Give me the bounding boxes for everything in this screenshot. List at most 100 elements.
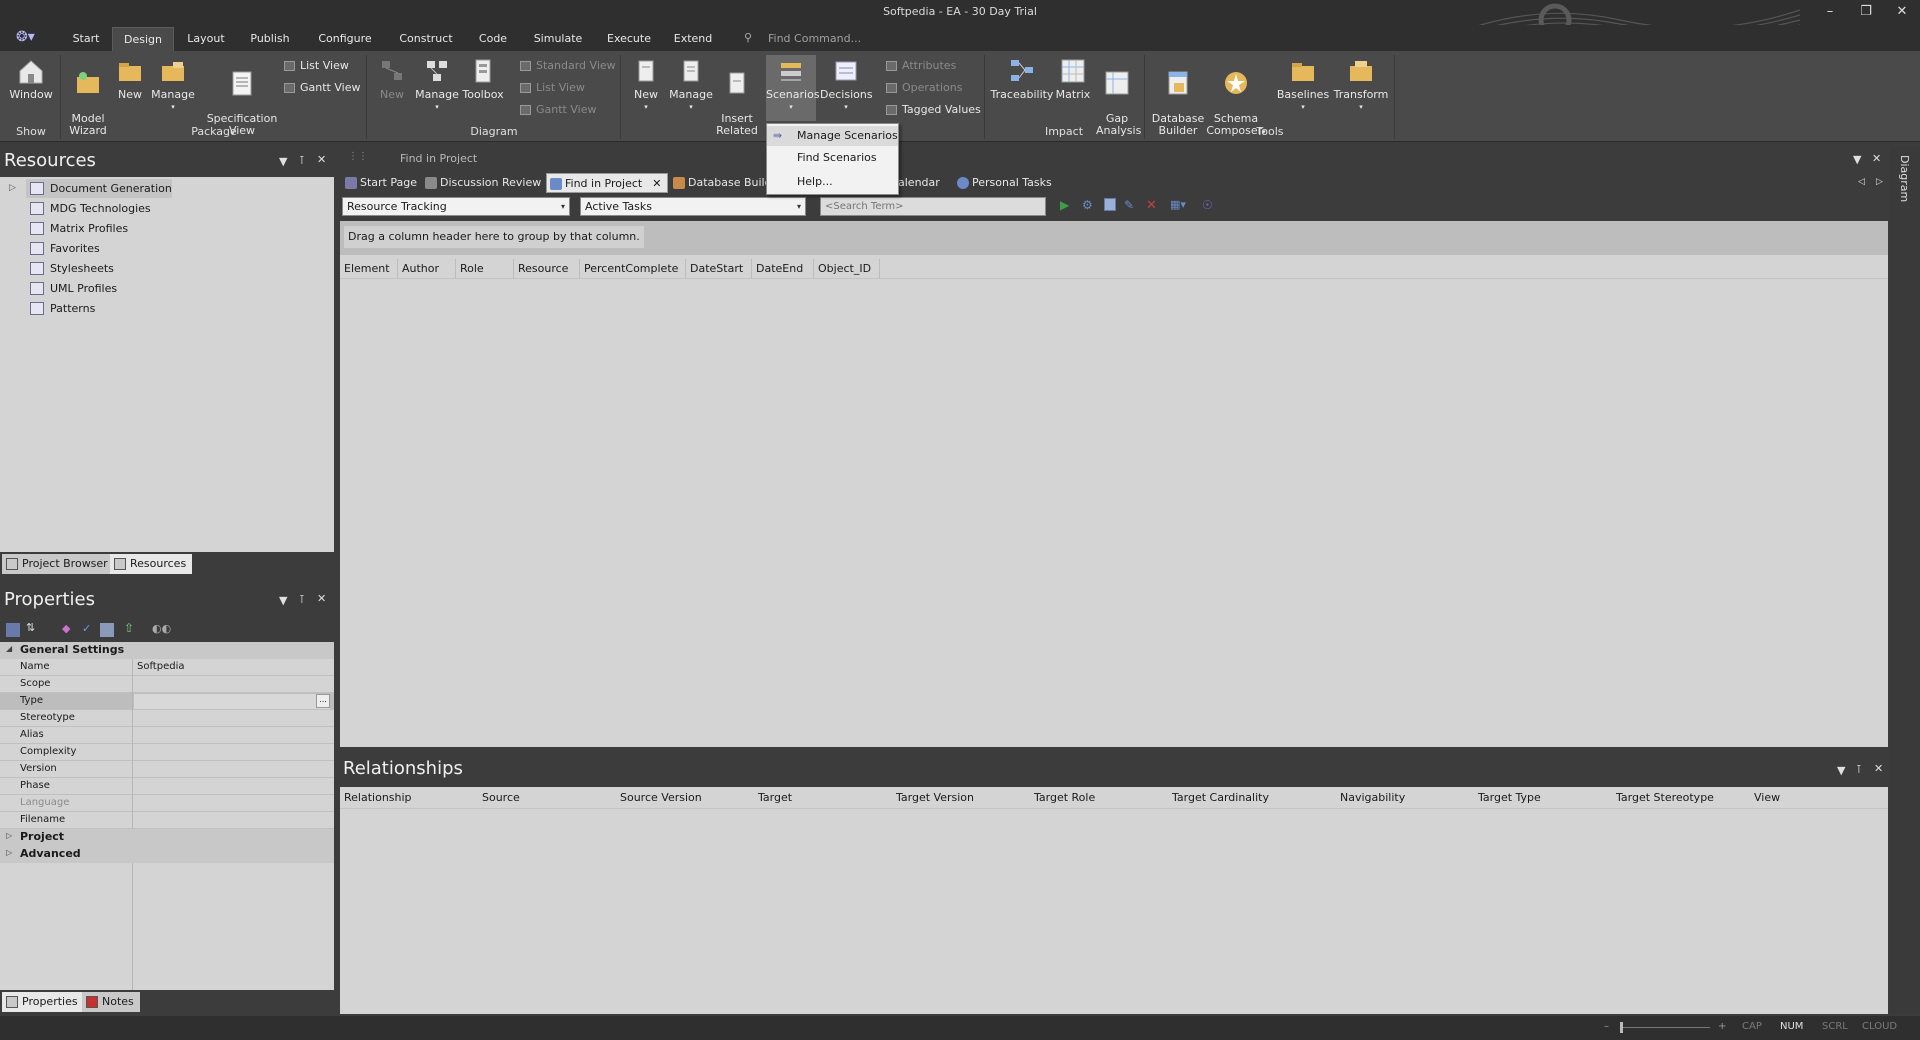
column-target-stereotype[interactable]: Target Stereotype (1612, 787, 1750, 809)
property-row-type[interactable]: Type... (0, 693, 334, 710)
tab-notes[interactable]: Notes (82, 992, 140, 1012)
diamond-icon[interactable]: ◆ (62, 622, 70, 635)
column-source[interactable]: Source (478, 787, 616, 809)
tab-simulate[interactable]: Simulate (528, 27, 588, 51)
property-row-stereotype[interactable]: Stereotype (0, 710, 334, 727)
transform-button[interactable]: Transform ▾ (1332, 57, 1390, 113)
column-target-role[interactable]: Target Role (1030, 787, 1168, 809)
diagram-manage-button[interactable]: Manage ▾ (414, 57, 460, 113)
tab-close-icon[interactable]: ✕ (652, 177, 661, 190)
tab-configure[interactable]: Configure (312, 27, 378, 51)
tab-personal-tasks[interactable]: Personal Tasks (954, 173, 1058, 193)
category-project[interactable]: ▷ Project (0, 829, 334, 846)
check-icon[interactable]: ✓ (82, 622, 91, 635)
package-new-button[interactable]: New (114, 57, 146, 101)
zoom-in-button[interactable]: + (1718, 1021, 1726, 1032)
menu-item-find-scenarios[interactable]: Find Scenarios (767, 148, 898, 168)
zoom-slider-track[interactable] (1620, 1027, 1710, 1028)
close-button[interactable]: ✕ (1887, 2, 1917, 22)
run-search-icon[interactable]: ▶ (1060, 198, 1076, 214)
toolbox-button[interactable]: Toolbox (462, 57, 504, 101)
tab-start-page[interactable]: Start Page (342, 173, 423, 193)
restore-button[interactable]: ❐ (1851, 2, 1881, 22)
column-resource[interactable]: Resource (514, 259, 580, 279)
operations-button[interactable]: Operations (886, 79, 962, 97)
panel-menu-icon[interactable]: ▼ (1837, 764, 1845, 777)
category-advanced[interactable]: ▷ Advanced (0, 846, 334, 863)
tree-item-mdg-technologies[interactable]: MDG Technologies (26, 199, 151, 218)
diagram-list-view-button[interactable]: List View (520, 79, 585, 97)
menu-item-manage-scenarios[interactable]: ⇛ Manage Scenarios (767, 126, 898, 146)
column-role[interactable]: Role (456, 259, 514, 279)
property-row-filename[interactable]: Filename (0, 812, 334, 829)
tree-item-favorites[interactable]: Favorites (26, 239, 100, 258)
tab-extend[interactable]: Extend (670, 27, 716, 51)
property-row-alias[interactable]: Alias (0, 727, 334, 744)
pin-icon[interactable]: ⊺ (299, 593, 305, 606)
attributes-button[interactable]: Attributes (886, 57, 956, 75)
categorized-icon[interactable] (6, 623, 20, 637)
menu-item-help[interactable]: Help... (767, 172, 898, 192)
grid-icon[interactable] (100, 623, 114, 637)
tab-discussion-review[interactable]: Discussion Review (422, 173, 547, 193)
panel-close-icon[interactable]: ✕ (317, 592, 326, 605)
tab-design[interactable]: Design (112, 27, 174, 51)
tab-layout[interactable]: Layout (184, 27, 228, 51)
panel-menu-icon[interactable]: ▼ (279, 594, 287, 607)
search-term-input[interactable] (820, 197, 1046, 216)
column-date-start[interactable]: DateStart (686, 259, 752, 279)
column-source-version[interactable]: Source Version (616, 787, 754, 809)
tab-start[interactable]: Start (70, 27, 102, 51)
column-target[interactable]: Target (754, 787, 892, 809)
panel-menu-icon[interactable]: ▼ (1853, 153, 1861, 166)
tree-expander-icon[interactable]: ▷ (9, 183, 16, 193)
pin-icon[interactable]: ⊺ (299, 154, 305, 167)
sort-az-icon[interactable]: ⇅ (26, 621, 35, 634)
zoom-out-button[interactable]: – (1604, 1021, 1609, 1032)
column-target-type[interactable]: Target Type (1474, 787, 1612, 809)
scenarios-button[interactable]: Scenarios ▾ (766, 55, 820, 121)
column-target-cardinality[interactable]: Target Cardinality (1168, 787, 1336, 809)
panel-close-icon[interactable]: ✕ (317, 153, 326, 166)
search-builder-icon[interactable]: ⚙ (1082, 198, 1098, 214)
pin-icon[interactable]: ⊺ (1856, 763, 1862, 776)
column-view[interactable]: View (1750, 787, 1888, 809)
window-button[interactable]: Window (6, 57, 56, 101)
column-relationship[interactable]: Relationship (340, 787, 478, 809)
tab-execute[interactable]: Execute (604, 27, 654, 51)
tab-resources[interactable]: Resources (110, 554, 193, 574)
search-category-select[interactable]: Resource Tracking ▾ (342, 197, 570, 216)
traceability-button[interactable]: Traceability (990, 57, 1054, 101)
standard-view-button[interactable]: Standard View (520, 57, 616, 75)
package-gantt-view-button[interactable]: Gantt View (284, 79, 360, 97)
tree-item-patterns[interactable]: Patterns (26, 299, 95, 318)
column-element[interactable]: Element (340, 259, 398, 279)
delete-icon[interactable]: ✕ (1146, 198, 1162, 214)
category-general-settings[interactable]: ◢ General Settings (0, 642, 334, 659)
tab-find-in-project[interactable]: Find in Project ✕ (546, 173, 669, 193)
copy-icon[interactable] (1104, 198, 1116, 211)
property-row-complexity[interactable]: Complexity (0, 744, 334, 761)
tab-project-browser[interactable]: Project Browser (2, 554, 114, 574)
tab-publish[interactable]: Publish (244, 27, 296, 51)
tree-item-matrix-profiles[interactable]: Matrix Profiles (26, 219, 128, 238)
up-arrow-icon[interactable]: ⇧ (124, 621, 134, 635)
property-row-phase[interactable]: Phase (0, 778, 334, 795)
matrix-button[interactable]: Matrix (1054, 57, 1092, 101)
tab-construct[interactable]: Construct (394, 27, 458, 51)
tab-database-builder[interactable]: Database Builc (670, 173, 777, 193)
panel-menu-icon[interactable]: ▼ (279, 155, 287, 168)
element-manage-button[interactable]: Manage ▾ (668, 57, 714, 113)
zoom-slider-handle[interactable] (1620, 1022, 1623, 1033)
column-object-id[interactable]: Object_ID (814, 259, 880, 279)
edit-icon[interactable]: ✎ (1124, 198, 1140, 214)
tab-calendar[interactable]: alendar (894, 173, 946, 193)
help-icon[interactable]: ☉ (1202, 198, 1218, 214)
diagram-new-button[interactable]: New (374, 57, 410, 101)
property-row-language[interactable]: Language (0, 795, 334, 812)
tab-properties[interactable]: Properties (2, 992, 84, 1012)
tree-item-uml-profiles[interactable]: UML Profiles (26, 279, 117, 298)
search-type-select[interactable]: Active Tasks ▾ (580, 197, 806, 216)
column-target-version[interactable]: Target Version (892, 787, 1030, 809)
property-row-name[interactable]: Name Softpedia (0, 659, 334, 676)
